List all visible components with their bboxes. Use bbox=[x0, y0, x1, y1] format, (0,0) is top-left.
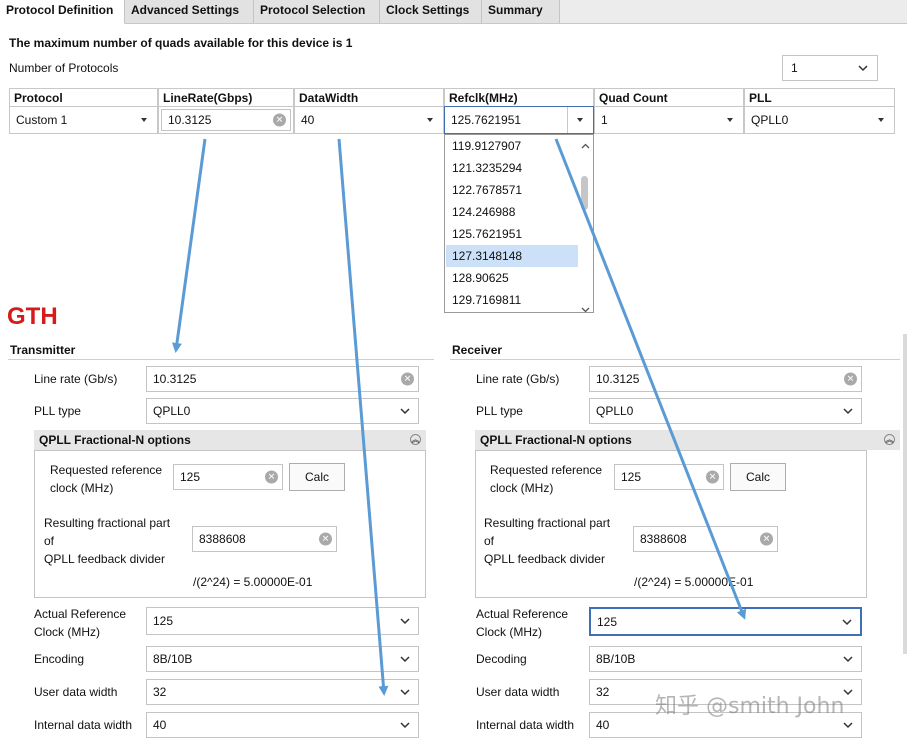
watermark: 知乎 @smith John bbox=[655, 694, 845, 719]
annotation-arrows bbox=[171, 138, 747, 696]
arrow-datawidth-to-userwidth bbox=[337, 138, 389, 696]
arrow-refclk-to-rx-actual-ref bbox=[554, 138, 747, 620]
arrow-linerate-to-tx bbox=[171, 138, 207, 353]
